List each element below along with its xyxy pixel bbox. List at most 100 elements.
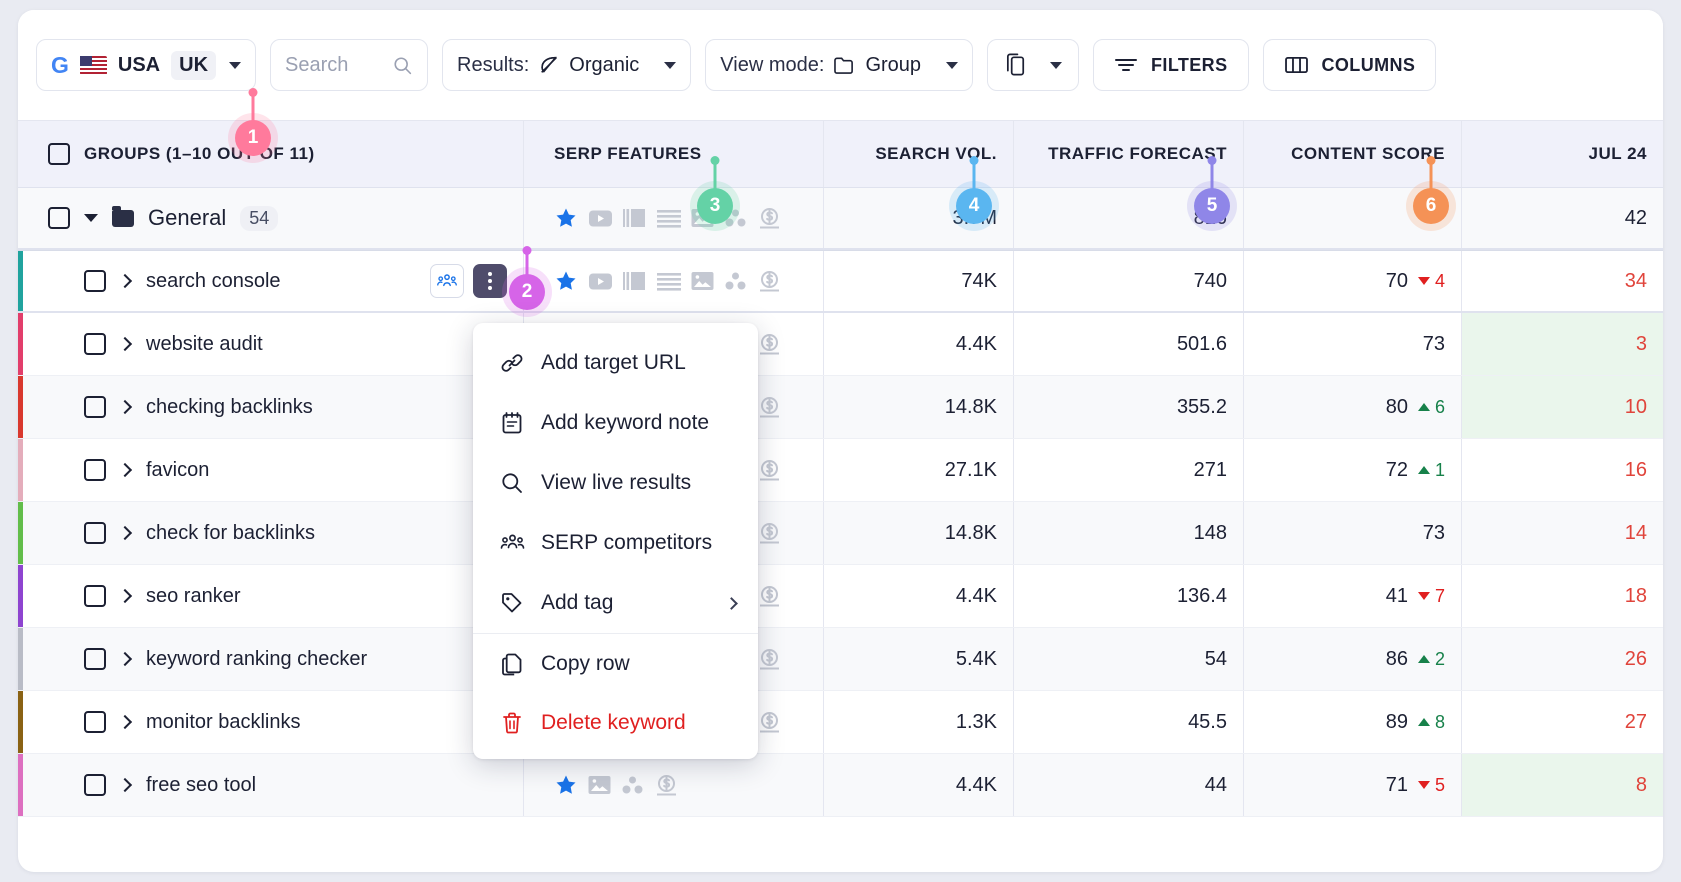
select-all-checkbox[interactable] <box>48 143 70 165</box>
serp-ads-icon <box>760 586 779 607</box>
header-date[interactable]: JUL 24 <box>1461 121 1663 187</box>
leaf-icon <box>541 56 558 73</box>
results-selector[interactable]: Results: Organic <box>442 39 692 91</box>
chevron-down-icon[interactable] <box>229 61 242 69</box>
delta-down-icon <box>1417 781 1430 789</box>
row-traffic-forecast: 44 <box>1013 754 1243 816</box>
group-checkbox[interactable] <box>48 207 70 229</box>
chevron-down-icon[interactable] <box>946 61 959 69</box>
menu-item-copy row[interactable]: Copy row <box>473 633 758 693</box>
table-row[interactable]: monitor backlinks 1.3K 45.5 89 8 27 <box>18 691 1663 754</box>
results-prefix: Results: <box>457 53 530 76</box>
serp-people-also-ask-icon <box>622 776 643 794</box>
row-content-score: 89 8 <box>1243 691 1461 753</box>
chevron-down-icon[interactable] <box>1050 61 1063 69</box>
callout-badge: 4 <box>956 188 992 224</box>
row-content-score: 72 1 <box>1243 439 1461 501</box>
keyword-name: free seo tool <box>146 773 257 796</box>
compare-devices-selector[interactable] <box>987 39 1080 91</box>
delta-up-icon <box>1417 655 1430 663</box>
group-serp-features <box>523 188 823 248</box>
row-color-bar <box>18 502 23 564</box>
row-checkbox[interactable] <box>84 396 106 418</box>
callout-3: 3 <box>695 156 735 228</box>
row-checkbox[interactable] <box>84 711 106 733</box>
row-traffic-forecast: 54 <box>1013 628 1243 690</box>
chevron-right-icon[interactable] <box>117 273 133 289</box>
row-serp-features <box>523 754 823 816</box>
columns-button[interactable]: COLUMNS <box>1262 39 1437 91</box>
table-row[interactable]: check for backlinks 14.8K 148 73 14 <box>18 502 1663 565</box>
chevron-right-icon[interactable] <box>117 336 133 352</box>
table-row[interactable]: website audit 4.4K 501.6 73 3 <box>18 313 1663 376</box>
serp-competitors-icon[interactable] <box>430 264 464 298</box>
row-traffic-forecast: 271 <box>1013 439 1243 501</box>
trash-icon <box>503 712 521 734</box>
chevron-down-icon[interactable] <box>84 214 98 222</box>
more-vertical-icon[interactable] <box>473 264 507 298</box>
filters-button[interactable]: FILTERS <box>1093 39 1249 91</box>
row-checkbox[interactable] <box>84 774 106 796</box>
menu-item-add target url[interactable]: Add target URL <box>473 333 758 393</box>
chevron-down-icon[interactable] <box>664 61 677 69</box>
serp-ads-icon <box>760 397 779 418</box>
us-flag-icon <box>79 55 107 75</box>
serp-text-icon <box>657 209 681 228</box>
trash-icon <box>499 711 525 735</box>
chevron-right-icon[interactable] <box>117 399 133 415</box>
row-serp-features <box>523 251 823 311</box>
row-date-value: 34 <box>1461 251 1663 311</box>
row-color-bar <box>18 628 23 690</box>
search-icon <box>502 473 522 493</box>
table-row[interactable]: keyword ranking checker 5.4K 54 86 2 26 <box>18 628 1663 691</box>
row-color-bar <box>18 376 23 438</box>
menu-item-label: Add keyword note <box>541 411 710 434</box>
row-checkbox[interactable] <box>84 333 106 355</box>
chevron-right-icon[interactable] <box>117 588 133 604</box>
chevron-right-icon[interactable] <box>117 714 133 730</box>
callout-6: 6 <box>1411 156 1451 228</box>
search-icon <box>394 56 412 74</box>
menu-item-serp competitors[interactable]: SERP competitors <box>473 513 758 573</box>
filter-icon <box>1115 59 1138 71</box>
content-score-delta-value: 2 <box>1434 648 1445 669</box>
view-mode-selector[interactable]: View mode: Group <box>705 39 974 91</box>
table-row[interactable]: seo ranker 4.4K 136.4 41 7 18 <box>18 565 1663 628</box>
search-placeholder: Search <box>285 53 349 76</box>
menu-item-view live results[interactable]: View live results <box>473 453 758 513</box>
menu-item-add keyword note[interactable]: Add keyword note <box>473 393 758 453</box>
row-search-volume: 5.4K <box>823 628 1013 690</box>
country-selector[interactable]: G USA UK <box>36 39 257 91</box>
row-color-bar <box>18 565 23 627</box>
table-row[interactable]: favicon 27.1K 271 72 1 16 <box>18 439 1663 502</box>
table-row[interactable]: search console 74K 740 70 4 34 <box>18 250 1663 313</box>
row-checkbox[interactable] <box>84 522 106 544</box>
row-checkbox[interactable] <box>84 459 106 481</box>
row-checkbox[interactable] <box>84 585 106 607</box>
columns-label: COLUMNS <box>1321 54 1416 75</box>
serp-ads-icon <box>760 523 779 544</box>
table-row[interactable]: free seo tool 4.4K 44 71 5 8 <box>18 754 1663 817</box>
chevron-right-icon[interactable] <box>117 462 133 478</box>
menu-item-add tag[interactable]: Add tag <box>473 573 758 633</box>
menu-item-label: Copy row <box>541 651 630 675</box>
row-content-score: 70 4 <box>1243 251 1461 311</box>
delta-down-icon <box>1417 277 1430 285</box>
chevron-right-icon[interactable] <box>117 651 133 667</box>
content-score-delta-value: 5 <box>1434 774 1445 795</box>
folder-icon <box>834 57 854 74</box>
chevron-right-icon[interactable] <box>117 525 133 541</box>
chevron-right-icon[interactable] <box>117 777 133 793</box>
row-content-score: 73 <box>1243 313 1461 375</box>
row-checkbox[interactable] <box>84 648 106 670</box>
header-serp-features[interactable]: SERP FEATURES <box>523 121 823 187</box>
row-search-volume: 4.4K <box>823 313 1013 375</box>
region-label[interactable]: UK <box>171 50 217 80</box>
people-icon <box>499 532 525 554</box>
table-row[interactable]: checking backlinks 14.8K 355.2 80 6 10 <box>18 376 1663 439</box>
row-date-value: 14 <box>1461 502 1663 564</box>
row-checkbox[interactable] <box>84 270 106 292</box>
row-context-menu[interactable]: Add target URL Add keyword note View liv… <box>473 323 758 759</box>
menu-item-delete keyword[interactable]: Delete keyword <box>473 693 758 753</box>
search-input[interactable]: Search <box>270 39 429 91</box>
